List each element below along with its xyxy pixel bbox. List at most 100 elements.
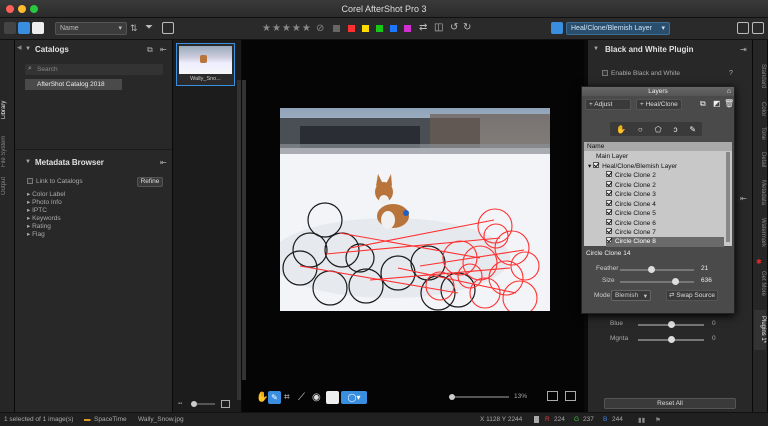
fullscreen-icon[interactable] (752, 22, 764, 34)
checkbox-icon[interactable] (606, 171, 612, 178)
thumb-size-large-icon[interactable] (221, 400, 230, 408)
enable-bw-checkbox[interactable]: Enable Black and White (602, 70, 680, 77)
slider-knob[interactable] (667, 321, 675, 328)
mode-dropdown[interactable]: Blemish ▾ (611, 290, 651, 301)
swap-source-button[interactable]: ⇄ Swap Source (666, 290, 718, 301)
redeye-tool-icon[interactable]: ◉ (312, 392, 321, 403)
blue-slider[interactable] (638, 321, 704, 328)
tool-dropdown[interactable]: Heal/Clone/Blemish Layer ▾ (566, 22, 670, 35)
tab-file-system[interactable]: File System (1, 132, 13, 170)
home-icon[interactable]: ⌂ (727, 87, 731, 96)
panel-layout-icon[interactable] (737, 22, 749, 34)
slider-knob[interactable] (667, 336, 675, 343)
freehand-icon[interactable]: ↄ (673, 125, 677, 134)
slider-knob[interactable] (449, 394, 455, 400)
compare-icon[interactable]: ◫ (434, 22, 443, 33)
pin-icon[interactable]: ⇥ (740, 45, 747, 54)
metadata-item-color-label[interactable]: ▸ Color Label (27, 190, 65, 198)
import-icon[interactable] (162, 22, 174, 34)
hand-icon[interactable]: ✋ (616, 125, 626, 134)
tab-plugins[interactable]: Plugins 1* (754, 310, 766, 350)
layer-row[interactable]: Circle Clone 2 (606, 171, 724, 181)
filter-icon[interactable]: ⏷ (145, 22, 153, 33)
collapse-left-icon[interactable]: ◂ (17, 42, 22, 53)
tab-output[interactable]: Output (1, 172, 13, 200)
feather-value[interactable]: 21 (701, 265, 708, 272)
expand-triangle-icon[interactable]: ▼ (25, 46, 31, 52)
zoom-slider[interactable] (449, 394, 509, 400)
color-label-blue[interactable] (390, 25, 397, 32)
sort-order-icon[interactable]: ⇅ (130, 23, 138, 34)
sort-dropdown[interactable]: Name ▾ (55, 22, 127, 35)
add-adjust-button[interactable]: + Adjust (585, 99, 631, 110)
single-view-icon[interactable] (32, 22, 44, 34)
slider-knob[interactable] (672, 278, 679, 285)
pin-icon[interactable]: ⇤ (160, 45, 167, 54)
circle-clone-tool-icon[interactable]: ◯▾ (341, 391, 367, 404)
tab-metadata[interactable]: Metadata (754, 176, 766, 210)
metadata-item-photo-info[interactable]: ▸ Photo Info (27, 198, 62, 206)
layer-row[interactable]: Circle Clone 5 (606, 209, 724, 219)
checkbox-icon[interactable] (606, 228, 612, 235)
feather-slider[interactable] (620, 266, 694, 273)
size-value[interactable]: 636 (701, 277, 712, 284)
tab-library[interactable]: Library (1, 92, 13, 128)
expand-triangle-icon[interactable]: ▼ (25, 159, 31, 165)
grid-view-icon[interactable] (4, 22, 16, 34)
brush-icon[interactable]: ✎ (689, 125, 696, 134)
thumb-scrollbar[interactable] (237, 80, 241, 400)
compare-view-icon[interactable] (326, 391, 339, 404)
pin-icon[interactable]: ⇤ (160, 158, 167, 167)
histogram-icon[interactable]: ▮▮ (638, 416, 645, 424)
add-catalog-icon[interactable]: ⧉ (147, 45, 153, 55)
slider-knob[interactable] (648, 266, 656, 273)
checkbox-icon[interactable] (606, 199, 612, 206)
checkbox-icon[interactable] (606, 180, 612, 187)
layer-row[interactable]: Circle Clone 3 (606, 190, 724, 200)
magenta-slider[interactable] (638, 336, 704, 343)
flip-icon[interactable]: ⇄ (419, 22, 427, 33)
add-heal-button[interactable]: + Heal/Clone (636, 99, 682, 110)
tab-standard[interactable]: Standard (754, 58, 766, 94)
reject-icon[interactable]: ⊘ (316, 23, 324, 34)
metadata-item-rating[interactable]: ▸ Rating (27, 222, 51, 230)
heal-layer-icon[interactable] (551, 22, 563, 34)
color-label-magenta[interactable] (404, 25, 411, 32)
help-icon[interactable]: ? (729, 70, 733, 77)
polygon-icon[interactable]: ⬠ (655, 125, 662, 134)
straighten-tool-icon[interactable]: ⟋ (298, 392, 305, 403)
viewer-scrollbar[interactable] (242, 80, 246, 380)
photo-canvas[interactable] (280, 108, 550, 311)
pin-icon[interactable]: ⇤ (740, 194, 747, 203)
thumbnail-item[interactable]: Wally_Sno... (176, 43, 235, 86)
layer-row[interactable]: Circle Clone 4 (606, 199, 724, 210)
tab-get-more[interactable]: Get More (754, 268, 766, 300)
tab-watermark[interactable]: Watermark (754, 214, 766, 252)
rotate-left-icon[interactable]: ↺ (450, 22, 458, 33)
main-layer-row[interactable]: Main Layer (596, 152, 724, 162)
thumbnail-view-icon[interactable] (18, 22, 30, 34)
metadata-item-iptc[interactable]: ▸ IPTC (27, 206, 47, 214)
checkbox-icon[interactable] (593, 161, 600, 168)
tab-color[interactable]: Color (754, 98, 766, 120)
layer-row-selected[interactable]: Circle Clone 8 (606, 237, 724, 247)
group-row[interactable]: ▾ Heal/Clone/Blemish Layer (588, 161, 724, 172)
thumb-size-small-icon[interactable]: ▪▪ (178, 401, 182, 407)
checkbox-icon[interactable] (606, 209, 612, 216)
refine-button[interactable]: Refine (137, 177, 163, 187)
metadata-item-flag[interactable]: ▸ Flag (27, 230, 45, 238)
fit-icon[interactable] (547, 391, 558, 401)
layer-row[interactable]: Circle Clone 6 (606, 218, 724, 229)
crop-tool-icon[interactable]: ⌗ (284, 392, 290, 403)
no-color-label[interactable] (333, 25, 340, 32)
image-viewer[interactable]: ✋ ✎ ⌗ ⟋ ◉ ◯▾ 13% (242, 40, 584, 412)
slider-knob[interactable] (191, 401, 197, 407)
checkbox-icon[interactable] (606, 218, 612, 225)
tab-detail[interactable]: Detail (754, 148, 766, 172)
hand-tool-icon[interactable]: ✋ (256, 392, 268, 403)
tab-tone[interactable]: Tone (754, 123, 766, 145)
actual-size-icon[interactable] (565, 391, 576, 401)
color-label-yellow[interactable] (362, 25, 369, 32)
reset-all-button[interactable]: Reset All (604, 398, 736, 409)
layer-list-scrollbar[interactable] (726, 152, 730, 242)
